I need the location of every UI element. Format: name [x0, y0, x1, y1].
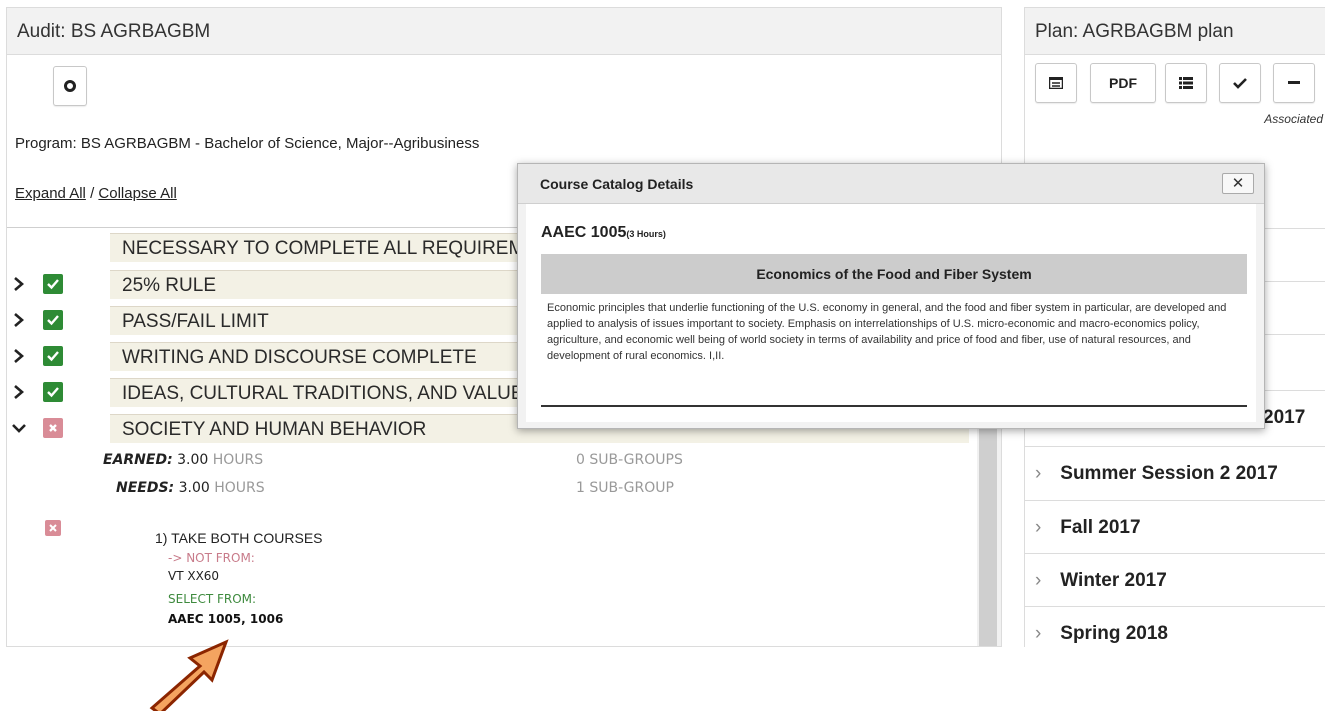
needs-stat: NEEDS: 3.00 HOURS [116, 480, 265, 496]
term-label: Spring 2018 [1060, 623, 1168, 644]
needs-value: 3.00 [178, 480, 210, 496]
chevron-right-icon[interactable] [11, 382, 27, 402]
list-button[interactable] [1165, 63, 1207, 103]
expand-collapse-links: Expand All / Collapse All [15, 185, 177, 202]
term-row[interactable]: › Winter 2017 [1025, 553, 1325, 606]
dialog-divider [541, 405, 1247, 407]
audit-title: Audit: BS AGRBAGBM [7, 8, 1001, 55]
course-description: Economic principles that underlie functi… [547, 302, 1227, 362]
course-catalog-dialog: Course Catalog Details ✕ AAEC 1005(3 Hou… [517, 163, 1265, 429]
needs-label: NEEDS: [116, 480, 175, 496]
earned-unit: HOURS [212, 452, 264, 468]
link-separator: / [90, 185, 95, 202]
chevron-right-icon[interactable] [11, 346, 27, 366]
dialog-title: Course Catalog Details [540, 176, 694, 192]
term-row[interactable]: › Summer Session 2 2017 [1025, 446, 1325, 499]
needs-unit: HOURS [214, 480, 265, 496]
chevron-right-icon: › [1035, 463, 1042, 484]
select-from-courses[interactable]: AAEC 1005, 1006 [168, 612, 283, 626]
not-from-label: -> NOT FROM: [168, 551, 255, 565]
term-row[interactable]: › Fall 2017 [1025, 500, 1325, 553]
dialog-body: AAEC 1005(3 Hours) Economics of the Food… [526, 204, 1256, 422]
plan-title: Plan: AGRBAGBM plan [1025, 8, 1325, 55]
chevron-right-icon: › [1035, 517, 1042, 538]
checkmark-icon [1233, 78, 1247, 89]
select-from-label: SELECT FROM: [168, 592, 257, 606]
pdf-button[interactable]: PDF [1090, 63, 1156, 103]
course-hours: (3 Hours) [626, 229, 666, 239]
dialog-titlebar[interactable]: Course Catalog Details ✕ [518, 164, 1264, 204]
subrequirement-title: 1) TAKE BOTH COURSES [155, 530, 323, 546]
check-button[interactable] [1219, 63, 1261, 103]
chevron-right-icon[interactable] [11, 310, 27, 330]
list-icon [1179, 77, 1193, 89]
window-icon [1049, 77, 1063, 89]
check-icon [43, 346, 63, 366]
course-code: AAEC 1005(3 Hours) [541, 224, 666, 242]
annotation-arrow-icon [149, 639, 229, 711]
chevron-right-icon: › [1035, 623, 1042, 644]
not-from-courses: VT XX60 [168, 569, 220, 583]
chevron-down-icon[interactable] [11, 418, 27, 438]
check-icon [43, 382, 63, 402]
earned-value: 3.00 [177, 452, 209, 468]
chevron-right-icon[interactable] [11, 274, 27, 294]
program-label: Program: BS AGRBAGBM - Bachelor of Scien… [15, 135, 480, 152]
collapse-all-link[interactable]: Collapse All [98, 185, 176, 202]
term-label: Winter 2017 [1060, 570, 1167, 591]
term-label: Fall 2017 [1060, 517, 1141, 538]
course-code-text: AAEC 1005 [541, 224, 627, 241]
check-icon [43, 310, 63, 330]
plus-circle-icon [64, 80, 76, 92]
term-label: Summer Session 2 2017 [1060, 463, 1278, 484]
earned-label: EARNED: [103, 452, 173, 468]
expand-all-link[interactable]: Expand All [15, 185, 86, 202]
check-icon [43, 274, 63, 294]
earned-subgroups: 0 SUB-GROUPS [576, 452, 683, 468]
term-row[interactable]: › Spring 2018 [1025, 606, 1325, 659]
add-button[interactable] [53, 66, 87, 106]
minus-button[interactable] [1273, 63, 1315, 103]
close-button[interactable]: ✕ [1222, 173, 1254, 194]
chevron-right-icon: › [1035, 570, 1042, 591]
x-icon [43, 418, 63, 438]
needs-subgroups: 1 SUB-GROUP [576, 480, 674, 496]
details-button[interactable] [1035, 63, 1077, 103]
term-label: 2017 [1263, 407, 1306, 428]
course-title: Economics of the Food and Fiber System [541, 254, 1247, 294]
earned-stat: EARNED: 3.00 HOURS [103, 452, 263, 468]
minus-icon [1288, 81, 1300, 84]
associated-label: Associated [1264, 112, 1323, 126]
x-icon [45, 520, 61, 536]
